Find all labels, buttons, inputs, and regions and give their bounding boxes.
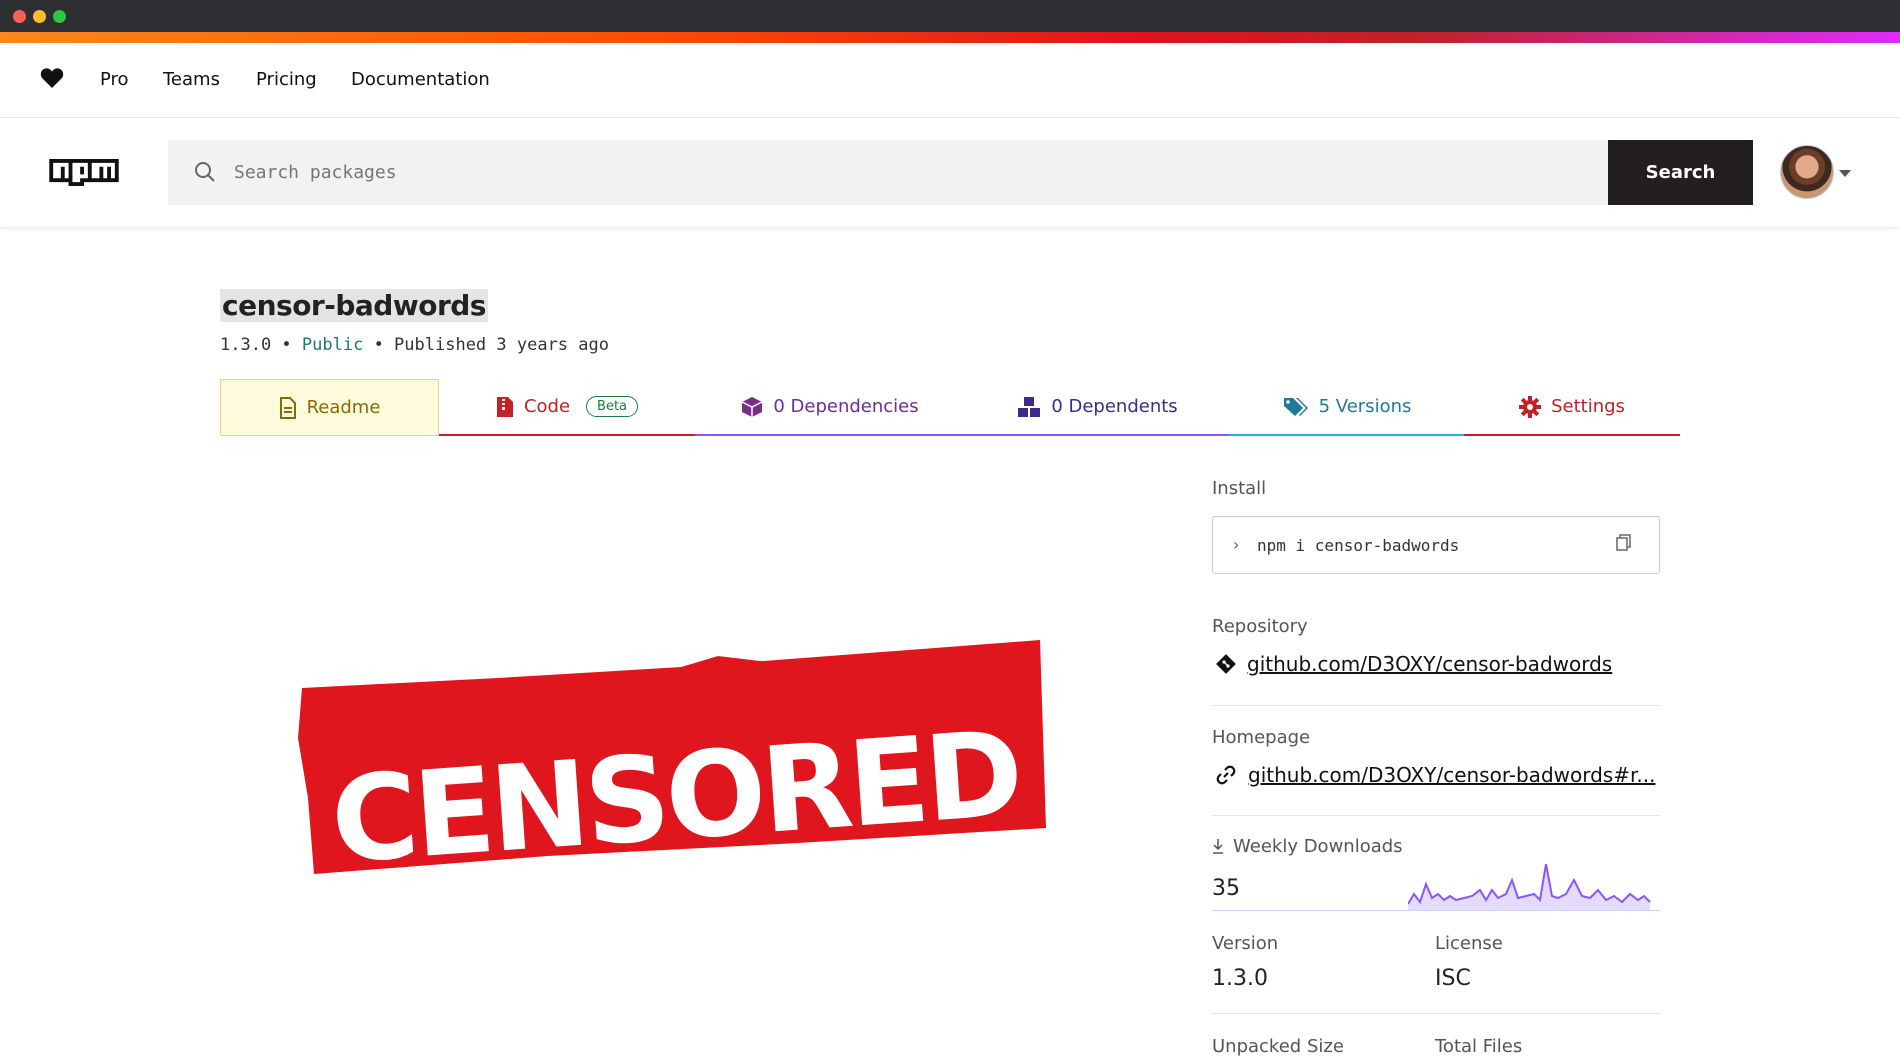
unpacked-size-label: Unpacked Size bbox=[1212, 1036, 1344, 1057]
tab-dependents-label: 0 Dependents bbox=[1051, 396, 1178, 417]
avatar[interactable] bbox=[1780, 145, 1834, 199]
gear-icon bbox=[1519, 395, 1542, 418]
weekly-downloads-count: 35 bbox=[1212, 876, 1240, 901]
divider bbox=[1212, 1013, 1660, 1014]
license-value: ISC bbox=[1435, 966, 1471, 991]
search-box[interactable] bbox=[168, 140, 1608, 205]
link-icon bbox=[1216, 765, 1236, 785]
weekly-downloads-label: Weekly Downloads bbox=[1233, 836, 1403, 857]
tab-settings[interactable]: Settings bbox=[1464, 379, 1680, 436]
top-nav: Pro Teams Pricing Documentation bbox=[0, 43, 1900, 118]
package-published: Published 3 years ago bbox=[394, 335, 609, 355]
boxes-icon bbox=[1018, 396, 1041, 417]
tab-versions[interactable]: 5 Versions bbox=[1230, 379, 1464, 436]
nav-link-teams[interactable]: Teams bbox=[163, 69, 220, 90]
nav-link-documentation[interactable]: Documentation bbox=[351, 69, 490, 90]
prompt-chevron-icon: › bbox=[1233, 535, 1240, 554]
downloads-sparkline bbox=[1408, 863, 1651, 910]
search-button[interactable]: Search bbox=[1608, 140, 1753, 205]
censored-stamp-image: CENSORED bbox=[298, 640, 1046, 874]
install-command-box[interactable]: › npm i censor-badwords bbox=[1212, 516, 1660, 574]
chevron-down-icon[interactable] bbox=[1839, 170, 1851, 177]
repository-label: Repository bbox=[1212, 616, 1308, 637]
divider bbox=[1212, 815, 1660, 816]
maximize-window-button[interactable] bbox=[53, 10, 66, 23]
copy-icon[interactable] bbox=[1616, 534, 1632, 552]
version-value: 1.3.0 bbox=[1212, 966, 1268, 991]
heart-icon[interactable] bbox=[40, 67, 64, 89]
beta-badge: Beta bbox=[586, 396, 639, 417]
tab-code-label: Code bbox=[523, 396, 571, 417]
nav-link-pricing[interactable]: Pricing bbox=[256, 69, 317, 90]
package-meta: 1.3.0 • Public • Published 3 years ago bbox=[220, 335, 609, 355]
tab-versions-label: 5 Versions bbox=[1318, 396, 1412, 417]
close-window-button[interactable] bbox=[13, 10, 26, 23]
minimize-window-button[interactable] bbox=[33, 10, 46, 23]
install-command[interactable]: npm i censor-badwords bbox=[1257, 536, 1459, 555]
tab-readme[interactable]: Readme bbox=[220, 379, 439, 436]
npm-logo[interactable] bbox=[40, 159, 128, 186]
tab-dependencies[interactable]: 0 Dependencies bbox=[695, 379, 965, 436]
document-icon bbox=[279, 396, 296, 419]
brand-gradient-bar bbox=[0, 32, 1900, 43]
homepage-link[interactable]: github.com/D3OXY/censor-badwords#r... bbox=[1248, 763, 1655, 787]
tab-code[interactable]: Code Beta bbox=[439, 379, 695, 436]
total-files-label: Total Files bbox=[1435, 1036, 1523, 1057]
version-label: Version bbox=[1212, 933, 1279, 954]
package-title: censor-badwords bbox=[220, 289, 488, 322]
divider bbox=[1212, 705, 1660, 706]
search-header: Search bbox=[0, 118, 1900, 227]
package-visibility: Public bbox=[301, 335, 364, 355]
install-label: Install bbox=[1212, 478, 1267, 499]
license-label: License bbox=[1435, 933, 1503, 954]
homepage-label: Homepage bbox=[1212, 727, 1311, 748]
git-icon bbox=[1216, 654, 1236, 674]
tab-settings-label: Settings bbox=[1551, 396, 1625, 417]
download-icon bbox=[1213, 839, 1223, 854]
tab-dependencies-label: 0 Dependencies bbox=[773, 396, 919, 417]
box-icon bbox=[742, 396, 763, 417]
repository-link[interactable]: github.com/D3OXY/censor-badwords bbox=[1247, 652, 1612, 676]
tab-readme-label: Readme bbox=[306, 397, 381, 418]
divider bbox=[1212, 910, 1660, 911]
tags-icon bbox=[1283, 397, 1308, 416]
search-input[interactable] bbox=[234, 140, 1534, 205]
nav-link-pro[interactable]: Pro bbox=[100, 69, 129, 90]
window-titlebar bbox=[0, 0, 1900, 32]
file-zip-icon bbox=[496, 396, 513, 417]
tab-dependents[interactable]: 0 Dependents bbox=[965, 379, 1230, 436]
package-version: 1.3.0 bbox=[220, 335, 272, 355]
search-icon bbox=[195, 162, 215, 182]
